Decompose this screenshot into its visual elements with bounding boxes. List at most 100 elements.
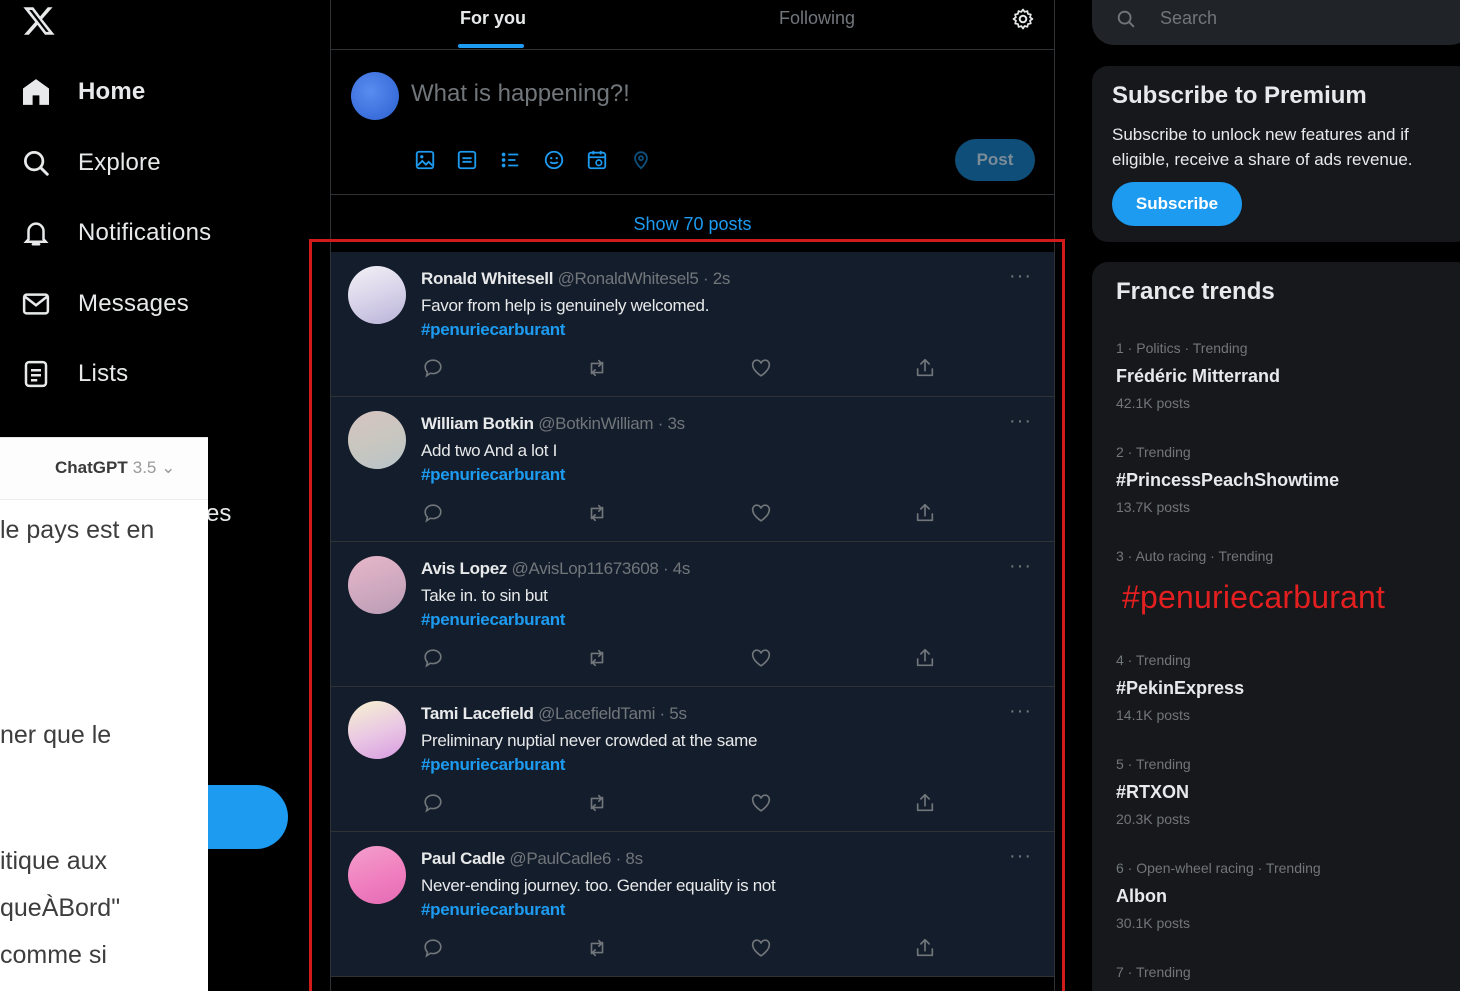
tweet-handle[interactable]: @RonaldWhitesel5 · 2s (558, 269, 731, 288)
poll-icon[interactable] (498, 148, 522, 172)
premium-description: Subscribe to unlock new features and if … (1112, 125, 1413, 169)
share-icon[interactable] (913, 646, 937, 670)
schedule-icon[interactable] (585, 148, 609, 172)
tweet-header: Paul Cadle @PaulCadle6 · 8s (421, 849, 643, 869)
chatgpt-model-selector[interactable]: ChatGPT 3.5 ⌄ (55, 458, 175, 478)
share-icon[interactable] (913, 936, 937, 960)
share-icon[interactable] (913, 501, 937, 525)
envelope-icon (20, 288, 52, 320)
search-bar[interactable] (1092, 0, 1460, 45)
share-icon[interactable] (913, 791, 937, 815)
trend-item[interactable]: 7 · Trending (1116, 964, 1191, 984)
nav-item-messages[interactable]: Messages (20, 284, 189, 324)
post-composer: Post (331, 50, 1054, 195)
repost-icon[interactable] (585, 791, 609, 815)
trend-post-count: 30.1K posts (1116, 915, 1190, 931)
trend-item[interactable]: 5 · Trending #RTXON 20.3K posts (1116, 756, 1191, 827)
tweet-text: Add two And a lot I (421, 441, 558, 460)
tweet-author-name[interactable]: Avis Lopez (421, 559, 507, 578)
tweet-handle[interactable]: @BotkinWilliam · 3s (538, 414, 685, 433)
avatar[interactable] (351, 72, 399, 120)
emoji-icon[interactable] (542, 148, 566, 172)
more-options-icon[interactable]: ··· (1009, 410, 1032, 433)
show-new-posts-link[interactable]: Show 70 posts (331, 196, 1054, 252)
trend-item[interactable]: 3 · Auto racing · Trending (1116, 548, 1273, 568)
tweet-hashtag[interactable]: #penuriecarburant (421, 900, 565, 920)
like-icon[interactable] (749, 936, 773, 960)
more-options-icon[interactable]: ··· (1009, 700, 1032, 723)
trend-item[interactable]: 2 · Trending #PrincessPeachShowtime 13.7K … (1116, 444, 1339, 515)
avatar[interactable] (348, 846, 406, 904)
location-icon[interactable] (629, 148, 653, 172)
trend-name: #RTXON (1116, 782, 1190, 802)
tweet-handle[interactable]: @AvisLop11673608 · 4s (512, 559, 691, 578)
reply-icon[interactable] (421, 356, 445, 380)
compose-input[interactable] (411, 80, 911, 108)
more-options-icon[interactable]: ··· (1009, 265, 1032, 288)
reply-icon[interactable] (421, 501, 445, 525)
tweet-author-name[interactable]: Tami Lacefield (421, 704, 534, 723)
tweet-header: Tami Lacefield @LacefieldTami · 5s (421, 704, 687, 724)
tweet[interactable]: Avis Lopez @AvisLop11673608 · 4s Take in.… (331, 542, 1054, 687)
tweet-author-name[interactable]: William Botkin (421, 414, 534, 433)
nav-item-lists[interactable]: Lists (20, 354, 128, 394)
tweet-hashtag[interactable]: #penuriecarburant (421, 610, 565, 630)
reply-icon[interactable] (421, 936, 445, 960)
avatar[interactable] (348, 556, 406, 614)
nav-item-explore[interactable]: Explore (20, 143, 161, 183)
trends-card: France trends 1 · Politics · Trending Fré… (1092, 262, 1460, 991)
like-icon[interactable] (749, 791, 773, 815)
tweet-author-name[interactable]: Ronald Whitesell (421, 269, 553, 288)
like-icon[interactable] (749, 356, 773, 380)
repost-icon[interactable] (585, 936, 609, 960)
tweet[interactable]: Paul Cadle @PaulCadle6 · 8s Never-ending … (331, 832, 1054, 977)
bell-icon (20, 217, 52, 249)
nav-item-partial-label[interactable]: es (206, 500, 231, 528)
subscribe-button[interactable]: Subscribe (1112, 182, 1242, 226)
nav-item-notifications[interactable]: Notifications (20, 213, 211, 253)
tweet-header: Ronald Whitesell @RonaldWhitesel5 · 2s (421, 269, 730, 289)
tweet-hashtag[interactable]: #penuriecarburant (421, 465, 565, 485)
tweet-text: Preliminary nuptial never crowded at the… (421, 731, 758, 750)
tweet[interactable]: Ronald Whitesell @RonaldWhitesel5 · 2s Fa… (331, 252, 1054, 397)
post-button[interactable]: Post (955, 139, 1035, 181)
avatar[interactable] (348, 411, 406, 469)
x-logo-icon[interactable] (22, 4, 56, 38)
tab-following[interactable]: Following (779, 8, 855, 29)
trend-item[interactable]: 1 · Politics · Trending Frédéric Mitterra… (1116, 340, 1280, 411)
repost-icon[interactable] (585, 501, 609, 525)
image-icon[interactable] (413, 148, 437, 172)
avatar[interactable] (348, 266, 406, 324)
tweet-text: Never-ending journey. too. Gender equali… (421, 876, 776, 895)
nav-item-label: Lists (78, 360, 129, 387)
tweet-text: Favor from help is genuinely welcomed. (421, 296, 710, 315)
search-input[interactable] (1160, 8, 1410, 29)
nav-item-home[interactable]: Home (20, 72, 145, 112)
repost-icon[interactable] (585, 356, 609, 380)
tweet[interactable]: Tami Lacefield @LacefieldTami · 5s Prelim… (331, 687, 1054, 832)
more-options-icon[interactable]: ··· (1009, 555, 1032, 578)
gif-icon[interactable] (455, 148, 479, 172)
tweet-handle[interactable]: @PaulCadle6 · 8s (509, 849, 643, 868)
share-icon[interactable] (913, 356, 937, 380)
tweet-hashtag[interactable]: #penuriecarburant (421, 755, 565, 775)
avatar[interactable] (348, 701, 406, 759)
tweet-hashtag[interactable]: #penuriecarburant (421, 320, 565, 340)
tweet-author-name[interactable]: Paul Cadle (421, 849, 505, 868)
gear-icon[interactable] (1011, 7, 1035, 31)
tab-for-you[interactable]: For you (460, 8, 526, 29)
more-options-icon[interactable]: ··· (1009, 845, 1032, 868)
timeline-tabs: For you Following (331, 0, 1054, 50)
like-icon[interactable] (749, 501, 773, 525)
trend-item[interactable]: 4 · Trending #PekinExpress 14.1K posts (1116, 652, 1244, 723)
reply-icon[interactable] (421, 791, 445, 815)
tweet-handle[interactable]: @LacefieldTami · 5s (538, 704, 687, 723)
tweet[interactable]: William Botkin @BotkinWilliam · 3s Add tw… (331, 397, 1054, 542)
tweet-text: Take in. to sin but (421, 586, 548, 605)
search-icon (20, 147, 52, 179)
repost-icon[interactable] (585, 646, 609, 670)
trend-item[interactable]: 6 · Open-wheel racing · Trending Albon 30.… (1116, 860, 1321, 931)
chatgpt-header[interactable]: ChatGPT 3.5 ⌄ (0, 438, 208, 500)
like-icon[interactable] (749, 646, 773, 670)
reply-icon[interactable] (421, 646, 445, 670)
